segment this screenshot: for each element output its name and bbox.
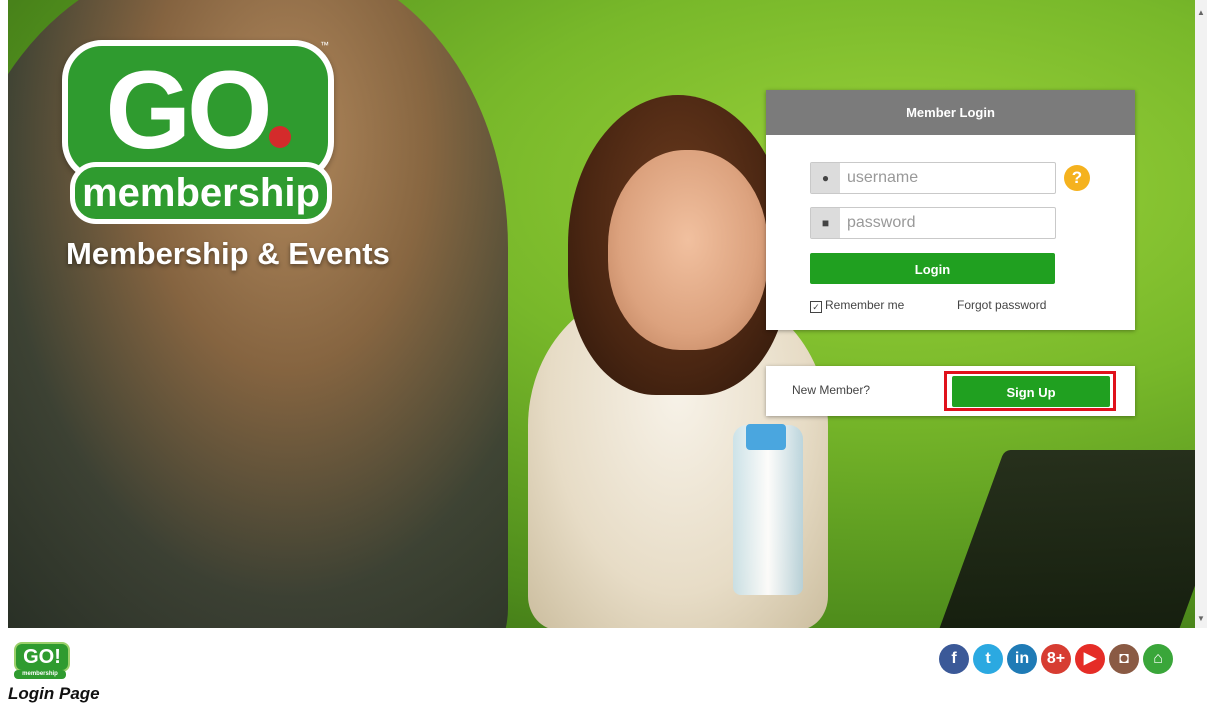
social-icons: f t in 8+ ▶ ◘ ⌂ (939, 644, 1173, 674)
page-caption: Login Page (8, 684, 100, 703)
login-button[interactable]: Login (810, 253, 1055, 284)
hero-bottle-cap (746, 424, 786, 450)
lock-icon: ■ (811, 208, 840, 238)
scroll-up-icon[interactable]: ▲ (1195, 8, 1207, 17)
hero-exercise-machine (931, 450, 1195, 628)
logo-go-mark: GO (62, 40, 334, 182)
login-panel-header: Member Login (766, 90, 1135, 135)
footer-logo-go: GO! (14, 642, 70, 672)
user-icon: ● (811, 163, 840, 193)
remember-me-label: Remember me (825, 298, 905, 312)
password-field: ■ (810, 207, 1057, 239)
tagline: Membership & Events (66, 236, 390, 271)
sign-up-button[interactable]: Sign Up (952, 376, 1110, 407)
twitter-icon[interactable]: t (973, 644, 1003, 674)
linkedin-icon[interactable]: in (1007, 644, 1037, 674)
google-plus-icon[interactable]: 8+ (1041, 644, 1071, 674)
facebook-icon[interactable]: f (939, 644, 969, 674)
new-member-prompt: New Member? (792, 383, 871, 397)
help-icon[interactable]: ? (1064, 165, 1090, 191)
go-membership-logo: GO membership ™ (62, 40, 334, 224)
logo-go-text: GO (105, 49, 272, 172)
member-login-panel: Member Login ● ? ■ Login ✓Remember me Fo… (766, 90, 1135, 330)
forgot-password-link[interactable]: Forgot password (957, 298, 1046, 312)
page-scrollbar[interactable]: ▲ ▼ (1195, 0, 1207, 628)
youtube-icon[interactable]: ▶ (1075, 644, 1105, 674)
username-input[interactable] (841, 163, 1057, 193)
instagram-icon[interactable]: ◘ (1109, 644, 1139, 674)
footer-logo-word: membership (14, 670, 66, 679)
logo-exclamation-dot (268, 126, 291, 148)
logo-trademark: ™ (320, 40, 329, 50)
password-input[interactable] (841, 208, 1057, 238)
remember-me-checkbox[interactable]: ✓ Remember me (810, 298, 904, 313)
signup-panel: New Member? Sign Up (766, 366, 1135, 416)
home-icon[interactable]: ⌂ (1143, 644, 1173, 674)
username-field: ● (810, 162, 1057, 194)
hero-woman-face (608, 150, 768, 350)
checkbox-checked-icon: ✓ (810, 301, 822, 313)
scroll-down-icon[interactable]: ▼ (1195, 614, 1207, 623)
hero-water-bottle (733, 425, 803, 595)
logo-wordmark: membership (70, 162, 332, 224)
footer-logo: GO! membership (14, 642, 70, 679)
